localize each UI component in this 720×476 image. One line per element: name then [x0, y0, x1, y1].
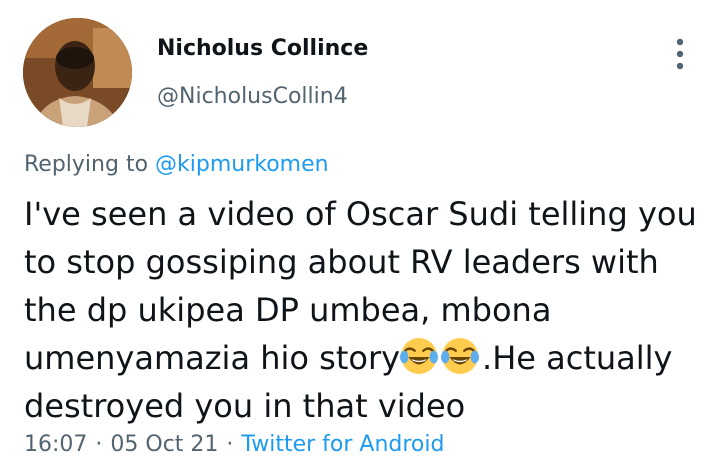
replying-to-label: Replying to	[24, 152, 149, 177]
tweet-source-link[interactable]: Twitter for Android	[241, 432, 444, 457]
avatar-photo	[23, 18, 132, 127]
meta-separator: ·	[226, 432, 234, 457]
tweet-text: I've seen a video of Oscar Sudi telling …	[24, 190, 704, 430]
user-handle[interactable]: @NicholusCollin4	[157, 84, 348, 109]
display-name[interactable]: Nicholus Collince	[157, 36, 368, 61]
replying-to-line: Replying to @kipmurkomen	[24, 152, 329, 177]
meta-separator: ·	[95, 432, 103, 457]
face-with-tears-of-joy-icon	[441, 337, 480, 375]
tweet-metadata: 16:07 · 05 Oct 21 · Twitter for Android	[24, 432, 444, 457]
avatar[interactable]	[23, 18, 132, 127]
reply-mention-link[interactable]: @kipmurkomen	[155, 152, 329, 177]
more-vertical-icon	[676, 38, 684, 70]
more-options-button[interactable]	[668, 34, 692, 74]
tweet-date[interactable]: 05 Oct 21	[110, 432, 218, 457]
face-with-tears-of-joy-icon	[400, 337, 439, 375]
tweet-time[interactable]: 16:07	[24, 432, 87, 457]
